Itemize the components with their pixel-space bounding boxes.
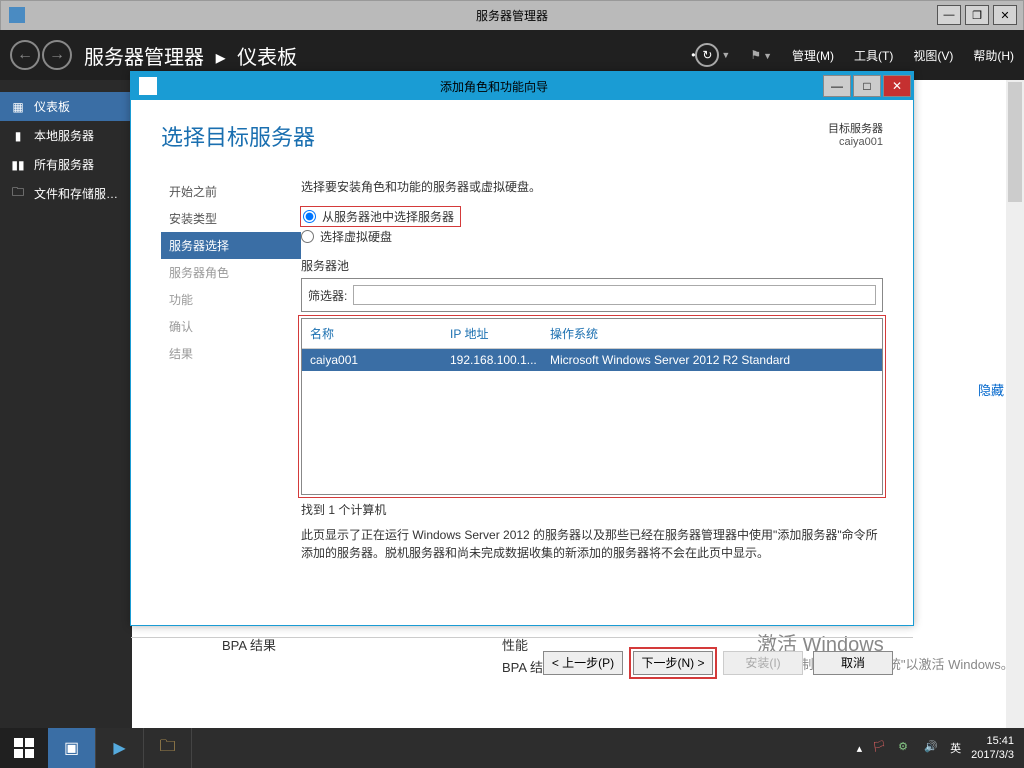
hide-link[interactable]: 隐藏 — [978, 380, 1004, 399]
cancel-button[interactable]: 取消 — [813, 651, 893, 675]
flag-icon[interactable]: ⚑ — [750, 48, 761, 62]
radio-select-vhd[interactable]: 选择虚拟硬盘 — [301, 226, 883, 247]
column-os[interactable]: 操作系统 — [550, 325, 874, 342]
server-pool-label: 服务器池 — [301, 257, 883, 274]
nav-back-button[interactable]: ← — [10, 40, 40, 70]
step-confirm[interactable]: 确认 — [161, 313, 301, 340]
column-name[interactable]: 名称 — [310, 325, 450, 342]
outer-window-titlebar: 服务器管理器 — ❐ ✕ — [0, 0, 1024, 30]
tray-sound-icon[interactable]: 🔊 — [924, 740, 940, 756]
wizard-titlebar[interactable]: 添加角色和功能向导 — □ ✕ — [131, 72, 913, 100]
step-server-roles[interactable]: 服务器角色 — [161, 259, 301, 286]
taskbar-powershell[interactable]: ▶ — [96, 728, 144, 768]
sidebar-item-local-server[interactable]: ▮ 本地服务器 — [0, 121, 132, 150]
tray-network-icon[interactable]: ⚙ — [898, 740, 914, 756]
wizard-minimize-button[interactable]: — — [823, 75, 851, 97]
nav-forward-button[interactable]: → — [42, 40, 72, 70]
wizard-steps-nav: 开始之前 安装类型 服务器选择 服务器角色 功能 确认 结果 — [131, 162, 301, 637]
next-button[interactable]: 下一步(N) > — [633, 651, 713, 675]
refresh-icon[interactable]: ↻ — [695, 43, 719, 67]
menu-help[interactable]: 帮助(H) — [973, 47, 1014, 64]
radio-pool-input[interactable] — [303, 210, 316, 223]
step-server-selection[interactable]: 服务器选择 — [161, 232, 301, 259]
storage-icon: 🗀 — [10, 186, 26, 202]
breadcrumb-app: 服务器管理器 — [84, 47, 204, 69]
menu-tools[interactable]: 工具(T) — [854, 47, 893, 64]
window-title: 服务器管理器 — [476, 7, 548, 24]
taskbar: ▣ ▶ 🗀 ▴ 🏳 ⚙ 🔊 英 15:41 2017/3/3 — [0, 728, 1024, 768]
wizard-page-title: 选择目标服务器 — [161, 120, 883, 152]
menu-view[interactable]: 视图(V) — [913, 47, 953, 64]
filter-label: 筛选器: — [308, 287, 347, 304]
found-count-text: 找到 1 个计算机 — [301, 501, 883, 518]
wizard-maximize-button[interactable]: □ — [853, 75, 881, 97]
step-results[interactable]: 结果 — [161, 340, 301, 367]
previous-button[interactable]: < 上一步(P) — [543, 651, 623, 675]
wizard-close-button[interactable]: ✕ — [883, 75, 911, 97]
breadcrumb-page: 仪表板 — [237, 47, 297, 69]
footnote-text: 此页显示了正在运行 Windows Server 2012 的服务器以及那些已经… — [301, 526, 883, 562]
filter-box: 筛选器: — [301, 278, 883, 312]
servers-icon: ▮▮ — [10, 157, 26, 173]
column-ip[interactable]: IP 地址 — [450, 325, 550, 342]
windows-icon — [14, 738, 34, 758]
taskbar-clock[interactable]: 15:41 2017/3/3 — [971, 734, 1014, 762]
sidebar-item-label: 本地服务器 — [34, 127, 94, 144]
taskbar-server-manager[interactable]: ▣ — [48, 728, 96, 768]
menu-manage[interactable]: 管理(M) — [792, 47, 834, 64]
wizard-icon — [139, 77, 157, 95]
sidebar-item-label: 文件和存储服… — [34, 185, 118, 202]
wizard-footer: < 上一步(P) 下一步(N) > 安装(I) 取消 — [131, 637, 913, 687]
sidebar-item-file-storage[interactable]: 🗀 文件和存储服… — [0, 179, 132, 208]
install-button: 安装(I) — [723, 651, 803, 675]
tray-show-hidden-icon[interactable]: ▴ — [857, 742, 863, 755]
add-roles-wizard-dialog: 添加角色和功能向导 — □ ✕ 选择目标服务器 目标服务器 caiya001 开… — [130, 71, 914, 626]
main-scrollbar[interactable] — [1006, 80, 1024, 728]
app-icon — [9, 7, 25, 23]
close-button[interactable]: ✕ — [993, 5, 1017, 25]
sidebar: ▦ 仪表板 ▮ 本地服务器 ▮▮ 所有服务器 🗀 文件和存储服… — [0, 80, 132, 728]
filter-input[interactable] — [353, 285, 876, 305]
taskbar-explorer[interactable]: 🗀 — [144, 728, 192, 768]
step-install-type[interactable]: 安装类型 — [161, 205, 301, 232]
breadcrumb: 服务器管理器 ▸ 仪表板 — [84, 41, 691, 70]
step-features[interactable]: 功能 — [161, 286, 301, 313]
minimize-button[interactable]: — — [937, 5, 961, 25]
server-pool-table: 名称 IP 地址 操作系统 caiya001 192.168.100.1... … — [301, 318, 883, 495]
server-icon: ▮ — [10, 128, 26, 144]
sidebar-item-dashboard[interactable]: ▦ 仪表板 — [0, 92, 132, 121]
sidebar-item-label: 所有服务器 — [34, 156, 94, 173]
instruction-text: 选择要安装角色和功能的服务器或虚拟硬盘。 — [301, 178, 883, 195]
sidebar-item-all-servers[interactable]: ▮▮ 所有服务器 — [0, 150, 132, 179]
step-before-begin[interactable]: 开始之前 — [161, 178, 301, 205]
server-row[interactable]: caiya001 192.168.100.1... Microsoft Wind… — [302, 349, 882, 371]
start-button[interactable] — [0, 728, 48, 768]
ime-indicator[interactable]: 英 — [950, 740, 961, 756]
radio-vhd-input[interactable] — [301, 230, 314, 243]
dashboard-icon: ▦ — [10, 99, 26, 115]
maximize-button[interactable]: ❐ — [965, 5, 989, 25]
wizard-title: 添加角色和功能向导 — [165, 78, 823, 95]
tray-flag-icon[interactable]: 🏳 — [872, 740, 888, 756]
target-server-info: 目标服务器 caiya001 — [828, 120, 883, 148]
sidebar-item-label: 仪表板 — [34, 98, 70, 115]
radio-select-from-pool[interactable]: 从服务器池中选择服务器 — [301, 207, 460, 226]
